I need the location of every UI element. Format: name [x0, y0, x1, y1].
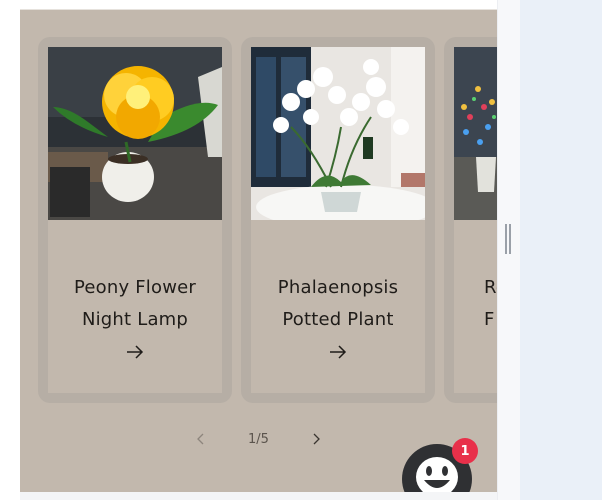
card-title[interactable]: Phalaenopsis Potted Plant	[251, 272, 425, 336]
page-counter: 1/5	[248, 431, 269, 447]
side-panel	[520, 0, 602, 500]
collection-card-partial[interactable]: Ro F	[444, 37, 497, 403]
card-title[interactable]: Ro F	[454, 272, 497, 336]
card-inner: Phalaenopsis Potted Plant	[251, 47, 425, 393]
notification-badge: 1	[452, 438, 478, 464]
top-bar	[0, 0, 497, 10]
card-image-peony-lamp[interactable]	[48, 47, 222, 220]
arrow-right-icon[interactable]	[48, 345, 222, 365]
left-margin	[0, 0, 20, 500]
card-title[interactable]: Peony Flower Night Lamp	[48, 272, 222, 336]
arrow-right-icon[interactable]	[251, 345, 425, 365]
collection-card-peony[interactable]: Peony Flower Night Lamp	[38, 37, 232, 403]
card-inner: Ro F	[454, 47, 497, 393]
collection-card-phalaenopsis[interactable]: Phalaenopsis Potted Plant	[241, 37, 435, 403]
chevron-left-icon[interactable]	[192, 431, 208, 447]
collection-carousel: Peony Flower Night Lamp Phalaenopsis Pot…	[20, 10, 497, 492]
scrollbar-thumb[interactable]	[505, 224, 511, 254]
bottom-margin	[20, 492, 497, 500]
chevron-right-icon[interactable]	[309, 431, 325, 447]
card-inner: Peony Flower Night Lamp	[48, 47, 222, 393]
card-image-orchid-plant[interactable]	[251, 47, 425, 220]
card-image-light-flowers[interactable]	[454, 47, 497, 220]
